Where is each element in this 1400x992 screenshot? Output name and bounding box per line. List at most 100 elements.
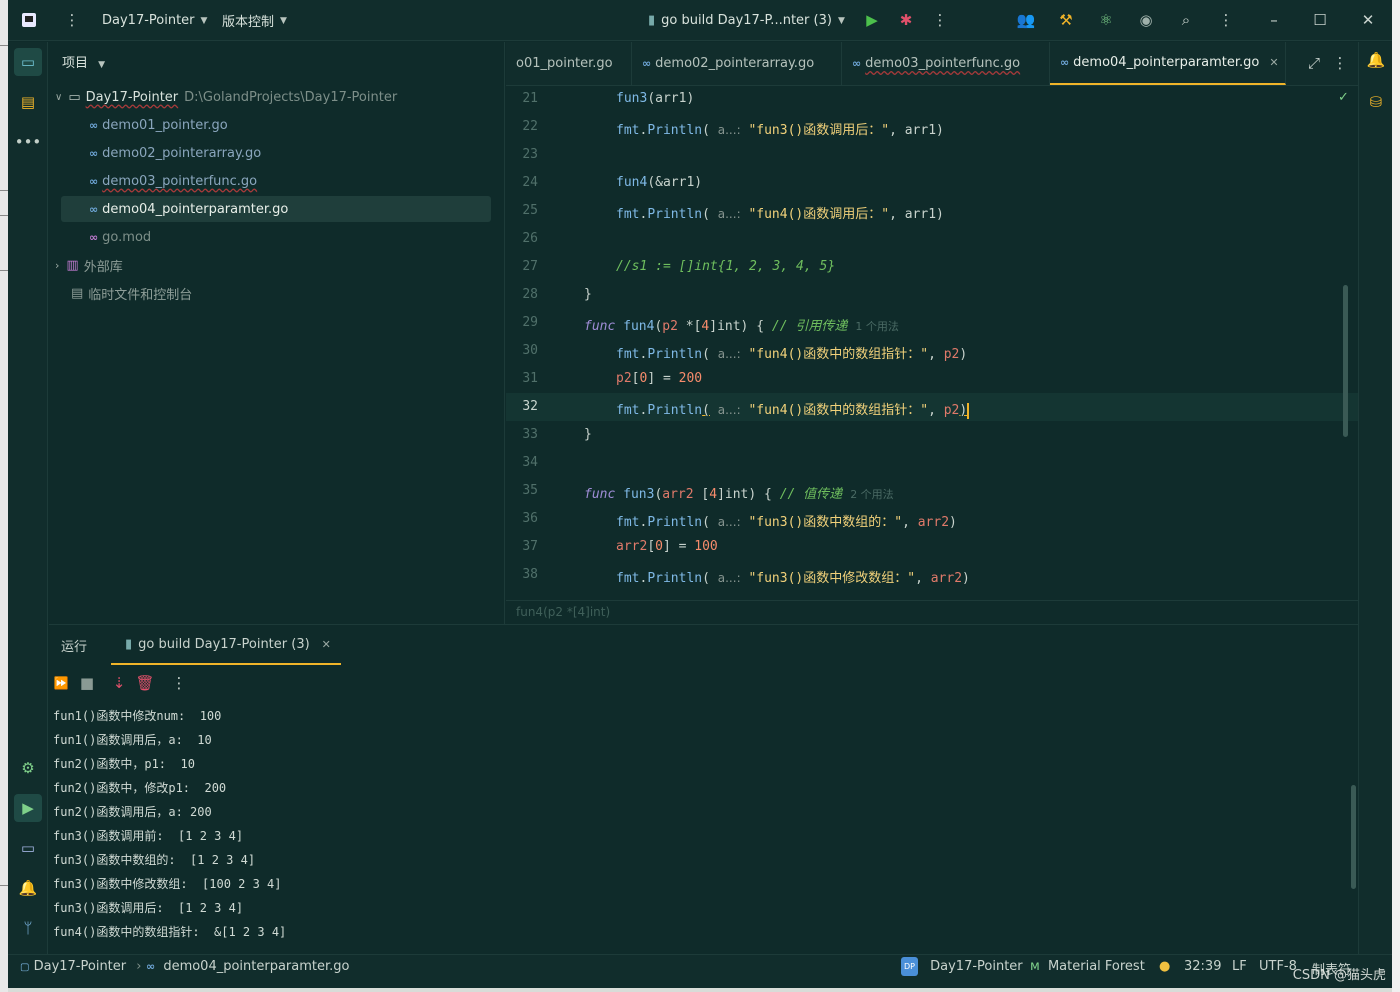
file-label: demo04_pointerparamter.go: [102, 201, 289, 217]
vcs-label: 版本控制: [222, 15, 275, 30]
search-icon[interactable]: ⌕: [1176, 10, 1196, 30]
more-actions-icon[interactable]: ⋮: [930, 10, 950, 30]
debug-icon[interactable]: ✱: [896, 10, 916, 30]
run-icon[interactable]: ▶: [862, 10, 882, 30]
tree-scratches[interactable]: ▤ 临时文件和控制台: [49, 280, 501, 306]
run-panel: 运行 ▮ go build Day17-Pointer (3) ✕ ⏩ ■ ⇣ …: [49, 624, 1358, 954]
console-scrollbar[interactable]: [1351, 785, 1356, 889]
tree-root[interactable]: ∨ ▭ Day17-Pointer D:\GolandProjects\Day1…: [49, 84, 501, 110]
settings-menu-icon[interactable]: ⋮: [1216, 10, 1236, 30]
file-label: demo02_pointerarray.go: [102, 145, 262, 161]
tree-file[interactable]: ∞ demo01_pointer.go: [49, 112, 501, 138]
console-line: fun2()函数中，p1: 10: [53, 757, 195, 771]
editor-breadcrumb[interactable]: fun4(p2 *[4]int): [506, 600, 1358, 624]
console-line: fun1()函数中修改num: 100: [53, 709, 222, 723]
go-file-icon: ∞: [89, 202, 99, 216]
clear-output-icon[interactable]: 🗑: [135, 673, 155, 693]
go-file-icon: ▮: [648, 13, 656, 28]
tab-demo03[interactable]: ∞ demo03_pointerfunc.go: [842, 42, 1050, 85]
theme-dot-icon: ●: [1158, 959, 1171, 974]
title-bar: ⋮ Day17-Pointer ▼ 版本控制 ▼ ▮ go build Day17-…: [8, 0, 1392, 41]
status-position[interactable]: 32:39: [1184, 959, 1221, 974]
minimize-icon[interactable]: –: [1264, 10, 1284, 30]
atom-icon[interactable]: ⚛: [1096, 10, 1116, 30]
module-badge: DP: [901, 957, 918, 976]
tree-file[interactable]: ∞ demo02_pointerarray.go: [49, 140, 501, 166]
project-tool-icon[interactable]: ▭: [14, 48, 42, 76]
console-line: fun3()函数中修改数组: [100 2 3 4]: [53, 877, 282, 891]
tab-label: o01_pointer.go: [516, 56, 613, 71]
file-label: demo01_pointer.go: [102, 117, 228, 133]
module-icon: ▢: [20, 962, 30, 973]
console-line: fun4()函数中的数组指针: &[1 2 3 4]: [53, 925, 287, 939]
editor-tabs: o01_pointer.go ∞ demo02_pointerarray.go …: [506, 42, 1358, 86]
check-icon: ✓: [1338, 90, 1349, 105]
go-file-icon: ∞: [1060, 56, 1070, 69]
folder-icon: ▭: [68, 89, 81, 105]
tab-label: demo02_pointerarray.go: [655, 56, 815, 71]
line-number: 38: [522, 567, 538, 582]
external-libs-label: 外部库: [83, 259, 123, 275]
structure-tool-icon[interactable]: ▤: [14, 88, 42, 116]
tree-external-libs[interactable]: › ▥ 外部库: [49, 252, 501, 278]
notifications-tool-icon[interactable]: 🔔: [14, 874, 42, 902]
close-tab-icon[interactable]: ✕: [1269, 56, 1278, 69]
tree-file[interactable]: ∞ go.mod: [49, 224, 501, 250]
project-panel-title: 项目: [62, 56, 89, 71]
line-number: 34: [522, 455, 538, 470]
run-label: 运行: [61, 625, 87, 665]
tab-menu-icon[interactable]: ⋮: [1330, 53, 1350, 73]
expand-icon[interactable]: ⤢: [1304, 53, 1324, 73]
settings-tool-icon[interactable]: ⚙: [14, 754, 42, 782]
editor-scrollbar[interactable]: [1343, 285, 1348, 437]
status-line-separator[interactable]: LF: [1232, 959, 1247, 974]
vcs-menu[interactable]: 版本控制 ▼: [222, 0, 287, 41]
library-icon: ▥: [66, 257, 79, 273]
maximize-icon[interactable]: ☐: [1310, 10, 1330, 30]
scroll-to-end-icon[interactable]: ⇣: [109, 673, 129, 693]
status-breadcrumb-project[interactable]: ▢ Day17-Pointer ›: [20, 959, 147, 974]
build-tools-icon[interactable]: ⚒: [1056, 10, 1076, 30]
project-name: Day17-Pointer: [102, 13, 195, 28]
tree-file-selected[interactable]: ∞ demo04_pointerparamter.go: [61, 196, 491, 222]
close-tab-icon[interactable]: ✕: [322, 638, 331, 651]
tab-demo02[interactable]: ∞ demo02_pointerarray.go: [632, 42, 842, 85]
project-selector[interactable]: Day17-Pointer ▼: [102, 0, 207, 41]
database-icon[interactable]: ⛁: [1362, 88, 1390, 116]
run-config-selector[interactable]: ▮ go build Day17-P...nter (3) ▼: [648, 0, 845, 41]
rerun-icon[interactable]: ⏩: [51, 673, 71, 693]
tree-root-path: D:\GolandProjects\Day17-Pointer: [184, 89, 398, 105]
stop-icon[interactable]: ■: [77, 673, 97, 693]
more-tools-icon[interactable]: •••: [14, 128, 42, 156]
go-file-icon: ∞: [89, 146, 99, 160]
git-tool-icon[interactable]: ᛘ: [14, 914, 42, 942]
ide-window: ⋮ Day17-Pointer ▼ 版本控制 ▼ ▮ go build Day17-…: [8, 0, 1392, 988]
code-line: fmt.Println( a...: "fun4()函数调用后：", arr1): [616, 207, 944, 222]
project-panel-header[interactable]: 项目 ▼: [62, 52, 105, 71]
status-theme[interactable]: ᴍ Material Forest ●: [1030, 959, 1170, 974]
tree-file[interactable]: ∞ demo03_pointerfunc.go: [49, 168, 501, 194]
background-window-edge: [0, 0, 8, 992]
go-file-icon: ∞: [642, 57, 652, 70]
code-editor[interactable]: 21 22 23 24 25 26 27 28 29 30 31 32 33 3…: [506, 86, 1358, 600]
status-theme-label: Material Forest: [1047, 959, 1145, 974]
run-tool-icon[interactable]: ▶: [14, 794, 42, 822]
line-number: 26: [522, 231, 538, 246]
status-module-label: Day17-Pointer: [930, 959, 1023, 974]
terminal-tool-icon[interactable]: ▭: [14, 834, 42, 862]
status-breadcrumb-file[interactable]: ∞ demo04_pointerparamter.go: [146, 959, 350, 974]
background-window-edge-right: [1392, 0, 1400, 992]
record-icon[interactable]: ◉: [1136, 10, 1156, 30]
code-with-me-icon[interactable]: 👥: [1016, 10, 1036, 30]
tab-demo04[interactable]: ∞ demo04_pointerparamter.go ✕: [1050, 42, 1286, 85]
main-menu-icon[interactable]: ⋮: [62, 10, 82, 30]
tab-demo01[interactable]: o01_pointer.go: [506, 42, 632, 85]
app-logo-icon[interactable]: [19, 10, 39, 30]
run-tab[interactable]: ▮ go build Day17-Pointer (3) ✕: [111, 625, 341, 665]
close-icon[interactable]: ✕: [1358, 10, 1378, 30]
status-encoding[interactable]: UTF-8: [1259, 959, 1297, 974]
status-module[interactable]: DP Day17-Pointer: [901, 957, 1023, 976]
notifications-icon[interactable]: 🔔: [1362, 46, 1390, 74]
scratches-icon: ▤: [71, 285, 84, 301]
run-more-icon[interactable]: ⋮: [169, 673, 189, 693]
